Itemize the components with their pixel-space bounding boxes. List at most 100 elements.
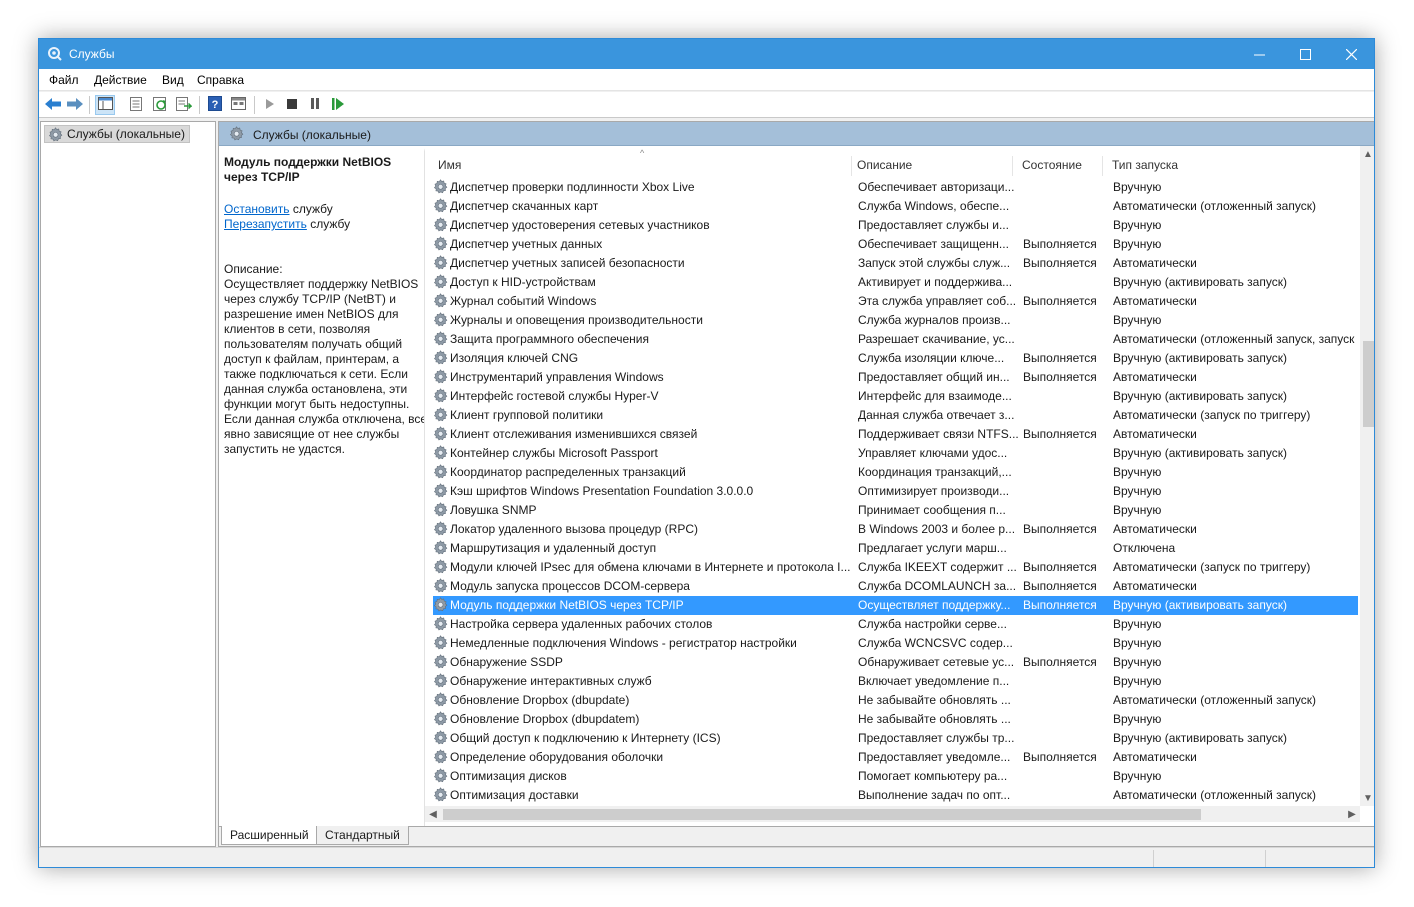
- cell-name: Журналы и оповещения производительности: [450, 313, 703, 327]
- column-header-startup[interactable]: Тип запуска: [1107, 158, 1178, 176]
- cell-description: Включает уведомление п...: [858, 674, 1010, 688]
- forward-button[interactable]: [65, 95, 85, 115]
- refresh-icon: [153, 96, 167, 114]
- table-row[interactable]: Модуль запуска процессов DCOM-сервера Слу…: [433, 577, 1358, 596]
- back-button[interactable]: [43, 95, 63, 115]
- table-row[interactable]: Оптимизация доставки Выполнение задач по …: [433, 786, 1358, 804]
- refresh-button[interactable]: [150, 95, 170, 115]
- properties-button[interactable]: [126, 95, 146, 115]
- table-row[interactable]: Координатор распределенных транзакций Коо…: [433, 463, 1358, 482]
- resume-service-button[interactable]: [328, 95, 348, 115]
- horizontal-scrollbar[interactable]: ◀ ▶: [425, 806, 1360, 822]
- vertical-scroll-thumb[interactable]: [1363, 341, 1374, 427]
- table-row[interactable]: Обновление Dropbox (dbupdatem) Не забывай…: [433, 710, 1358, 729]
- cell-status: Выполняется: [1023, 655, 1097, 669]
- stop-service-button[interactable]: [282, 95, 302, 115]
- table-row[interactable]: Настройка сервера удаленных рабочих стол…: [433, 615, 1358, 634]
- help-button[interactable]: ?: [205, 95, 225, 115]
- menu-action[interactable]: Действие: [94, 73, 147, 87]
- console-tree-icon: [97, 97, 113, 113]
- table-row[interactable]: Интерфейс гостевой службы Hyper-V Интерфе…: [433, 387, 1358, 406]
- column-header-description[interactable]: Описание: [852, 158, 912, 176]
- maximize-button[interactable]: [1282, 39, 1328, 69]
- export-list-button[interactable]: [174, 95, 194, 115]
- console-tree: Службы (локальные): [40, 121, 216, 847]
- table-row[interactable]: Клиент групповой политики Данная служба о…: [433, 406, 1358, 425]
- mmc-view-button[interactable]: [228, 95, 248, 115]
- table-row[interactable]: Локатор удаленного вызова процедур (RPC)…: [433, 520, 1358, 539]
- column-divider[interactable]: [1102, 156, 1103, 176]
- table-row[interactable]: Изоляция ключей CNG Служба изоляции ключе…: [433, 349, 1358, 368]
- table-row[interactable]: Журналы и оповещения производительности С…: [433, 311, 1358, 330]
- cell-description: Служба DCOMLAUNCH за...: [858, 579, 1017, 593]
- cell-startup: Автоматически: [1113, 256, 1197, 270]
- cell-status: Выполняется: [1023, 427, 1097, 441]
- cell-startup: Вручную (активировать запуск): [1113, 351, 1287, 365]
- minimize-button[interactable]: [1236, 39, 1282, 69]
- column-divider[interactable]: [1012, 156, 1013, 176]
- table-row[interactable]: Общий доступ к подключению к Интернету (…: [433, 729, 1358, 748]
- scroll-right-arrow-icon[interactable]: ▶: [1344, 806, 1360, 822]
- restart-service-link[interactable]: Перезапустить: [224, 217, 307, 231]
- cell-description: Не забывайте обновлять ...: [858, 712, 1011, 726]
- cell-name: Диспетчер учетных записей безопасности: [450, 256, 685, 270]
- table-row[interactable]: Кэш шрифтов Windows Presentation Foundat…: [433, 482, 1358, 501]
- tree-node-label: Службы (локальные): [67, 127, 185, 141]
- menu-view[interactable]: Вид: [162, 73, 184, 87]
- view-tabs: Расширенный Стандартный: [219, 826, 1374, 846]
- table-row[interactable]: Обнаружение SSDP Обнаруживает сетевые ус.…: [433, 653, 1358, 672]
- menu-help[interactable]: Справка: [197, 73, 244, 87]
- table-row[interactable]: Обновление Dropbox (dbupdate) Не забывайт…: [433, 691, 1358, 710]
- scroll-up-arrow-icon[interactable]: ▲: [1360, 146, 1374, 162]
- vertical-scrollbar[interactable]: ▲ ▼: [1360, 146, 1374, 806]
- table-row[interactable]: Защита программного обеспечения Разрешает…: [433, 330, 1358, 349]
- title-bar[interactable]: Службы: [39, 39, 1374, 69]
- toolbar-separator: [199, 96, 200, 114]
- table-row[interactable]: Инструментарий управления Windows Предост…: [433, 368, 1358, 387]
- table-row[interactable]: Клиент отслеживания изменившихся связей П…: [433, 425, 1358, 444]
- column-header-status[interactable]: Состояние: [1017, 158, 1082, 176]
- cell-name: Изоляция ключей CNG: [450, 351, 579, 365]
- cell-startup: Автоматически (отложенный запуск): [1113, 693, 1316, 707]
- table-row[interactable]: Обнаружение интерактивных служб Включает …: [433, 672, 1358, 691]
- stop-service-link[interactable]: Остановить: [224, 202, 290, 216]
- window-title: Службы: [69, 47, 115, 61]
- table-row[interactable]: Определение оборудования оболочки Предост…: [433, 748, 1358, 767]
- service-gear-icon: [433, 787, 448, 804]
- column-header-name[interactable]: Имя: [433, 158, 461, 176]
- minimize-icon: [1253, 49, 1265, 60]
- scroll-down-arrow-icon[interactable]: ▼: [1360, 790, 1374, 806]
- scroll-left-arrow-icon[interactable]: ◀: [425, 806, 441, 822]
- cell-description: Запуск этой службы служ...: [858, 256, 1011, 270]
- cell-description: Служба журналов произв...: [858, 313, 1011, 327]
- table-row[interactable]: Диспетчер учетных записей безопасности За…: [433, 254, 1358, 273]
- horizontal-scroll-thumb[interactable]: [443, 809, 1201, 820]
- table-row[interactable]: Оптимизация дисков Помогает компьютеру ра…: [433, 767, 1358, 786]
- table-row[interactable]: Маршрутизация и удаленный доступ Предлага…: [433, 539, 1358, 558]
- table-row[interactable]: Доступ к HID-устройствам Активирует и под…: [433, 273, 1358, 292]
- console-tree-button[interactable]: [95, 95, 115, 115]
- close-button[interactable]: [1328, 39, 1374, 69]
- start-service-button[interactable]: [260, 95, 280, 115]
- table-row[interactable]: Диспетчер учетных данных Обеспечивает защ…: [433, 235, 1358, 254]
- cell-startup: Автоматически: [1113, 579, 1197, 593]
- cell-name: Журнал событий Windows: [450, 294, 597, 308]
- cell-description: Разрешает скачивание, ус...: [858, 332, 1015, 346]
- table-row[interactable]: Модули ключей IPsec для обмена ключами в…: [433, 558, 1358, 577]
- table-row[interactable]: Немедленные подключения Windows - регист…: [433, 634, 1358, 653]
- table-row-selected[interactable]: Модуль поддержки NetBIOS через TCP/IP Осу…: [433, 596, 1358, 615]
- tree-node-services-local[interactable]: Службы (локальные): [44, 125, 190, 143]
- tab-extended[interactable]: Расширенный: [221, 826, 318, 845]
- table-row[interactable]: Контейнер службы Microsoft Passport Управ…: [433, 444, 1358, 463]
- table-row[interactable]: Ловушка SNMP Принимает сообщения п... Вруч…: [433, 501, 1358, 520]
- table-row[interactable]: Диспетчер удостоверения сетевых участник…: [433, 216, 1358, 235]
- table-row[interactable]: Диспетчер проверки подлинности Xbox Live…: [433, 178, 1358, 197]
- tab-standard[interactable]: Стандартный: [316, 826, 409, 845]
- table-row[interactable]: Журнал событий Windows Эта служба управля…: [433, 292, 1358, 311]
- table-row[interactable]: Диспетчер скачанных карт Служба Windows, …: [433, 197, 1358, 216]
- pause-service-button[interactable]: [305, 95, 325, 115]
- menu-file[interactable]: Файл: [49, 73, 79, 87]
- cell-description: Обеспечивает авторизаци...: [858, 180, 1015, 194]
- cell-startup: Вручную (активировать запуск): [1113, 389, 1287, 403]
- cell-status: Выполняется: [1023, 256, 1097, 270]
